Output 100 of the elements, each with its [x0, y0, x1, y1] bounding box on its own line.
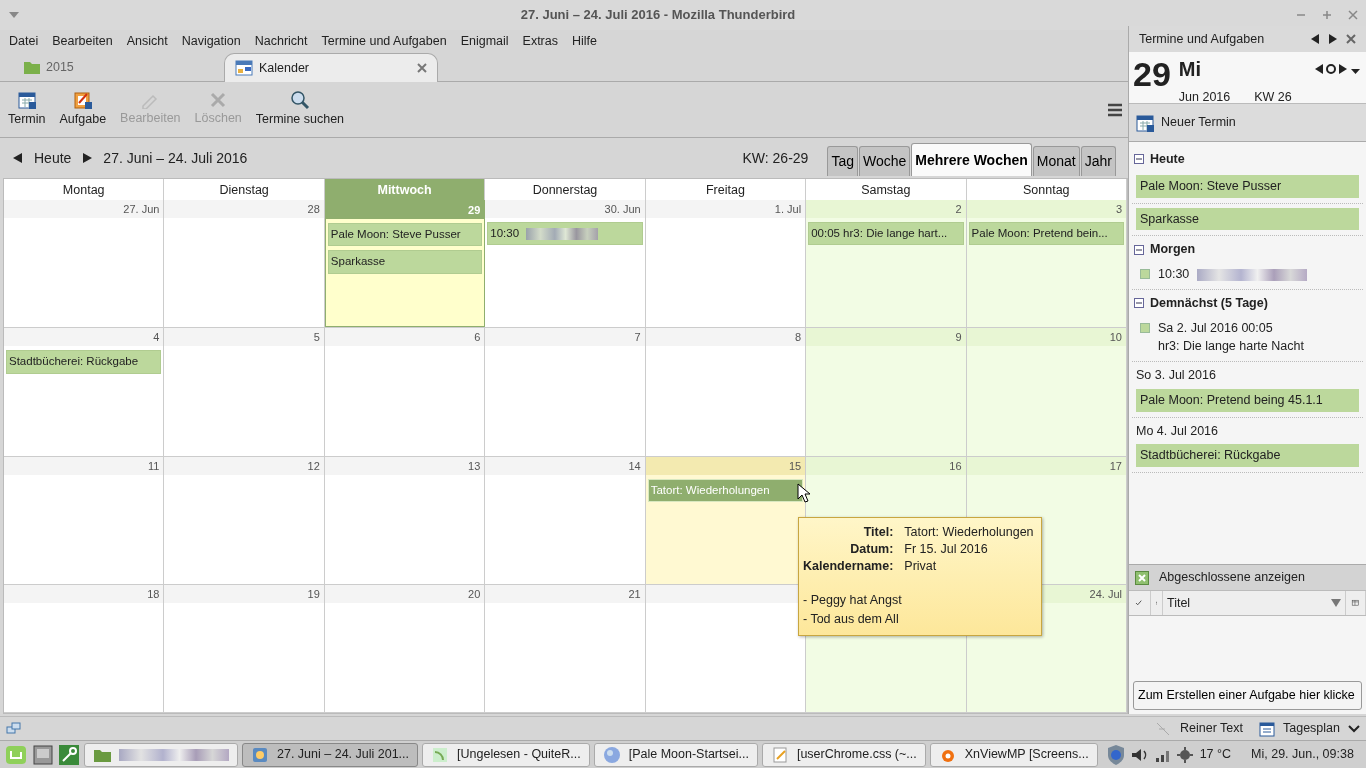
- day-number: 16: [949, 459, 962, 472]
- close-icon[interactable]: [417, 63, 427, 73]
- taskbar-window[interactable]: [Ungelesen - QuiteR...: [422, 742, 590, 767]
- event-item[interactable]: Sparkasse: [327, 250, 483, 274]
- day-number: 17: [1109, 459, 1122, 472]
- menu-item[interactable]: Navigation: [174, 30, 248, 52]
- key-icon[interactable]: [58, 743, 80, 766]
- date-range: 27. Juni – 24. Juli 2016: [103, 148, 248, 168]
- tooltip-value: Tatort: Wiederholungen: [904, 524, 1034, 541]
- tooltip-note: - Peggy hat Angst: [803, 592, 903, 609]
- weather-icon[interactable]: [1175, 745, 1196, 764]
- agenda-event[interactable]: Sparkasse: [1136, 207, 1359, 231]
- sort-icon: [1331, 599, 1341, 607]
- close-icon[interactable]: [1348, 10, 1358, 20]
- day-number: 10: [1109, 331, 1122, 344]
- pane-title: Termine und Aufgaben: [1139, 30, 1266, 48]
- next-icon[interactable]: [1328, 33, 1338, 45]
- toolbar-button[interactable]: Aufgabe: [55, 88, 111, 131]
- day-number: 27. Jun: [123, 203, 160, 215]
- delete-icon: [209, 91, 228, 110]
- previous-icon[interactable]: [12, 152, 24, 164]
- tooltip-label: Kalendername:: [803, 558, 895, 575]
- day-number: 14: [628, 459, 641, 472]
- day-number: 8: [795, 331, 802, 344]
- new-task-field[interactable]: Zum Erstellen einer Aufgabe hier klicke: [1133, 681, 1362, 710]
- tab-label: 2015: [46, 58, 75, 76]
- view-tab[interactable]: Jahr: [1080, 146, 1116, 176]
- event-square-icon: [1140, 322, 1150, 333]
- next-icon[interactable]: [81, 152, 94, 164]
- mode-label[interactable]: Tagesplan: [1283, 719, 1340, 738]
- taskbar-window[interactable]: 27. Juni – 24. Juli 201...: [242, 742, 419, 767]
- close-icon[interactable]: [1346, 34, 1356, 44]
- event-date: So 3. Jul 2016: [1136, 367, 1217, 384]
- event-item[interactable]: Pale Moon: Pretend bein...: [968, 222, 1124, 246]
- day-number: 6: [474, 331, 481, 344]
- calendar-icon: [1259, 720, 1275, 737]
- event-item[interactable]: Stadtbücherei: Rückgabe: [6, 350, 162, 374]
- menu-caret-icon[interactable]: [8, 11, 20, 19]
- event-item[interactable]: 10:30: [487, 222, 643, 246]
- toolbar-button[interactable]: Termin: [4, 88, 50, 131]
- menu-item[interactable]: Extras: [515, 30, 565, 52]
- today-button[interactable]: Heute: [34, 147, 72, 169]
- taskbar-window[interactable]: [84, 742, 238, 767]
- today-circle-icon[interactable]: [1324, 63, 1338, 75]
- agenda-event[interactable]: hr3: Die lange harte Nacht: [1158, 337, 1304, 356]
- view-tab[interactable]: Tag: [827, 146, 858, 176]
- menu-item[interactable]: Bearbeiten: [45, 30, 120, 52]
- temperature[interactable]: 17 °C: [1199, 745, 1232, 764]
- day-number: 21: [628, 587, 641, 600]
- month-label: Jun 2016: [1178, 89, 1231, 106]
- event-item[interactable]: Pale Moon: Steve Pusser: [327, 223, 483, 247]
- menu-item[interactable]: Datei: [2, 30, 46, 52]
- chevron-down-icon[interactable]: [1348, 724, 1360, 733]
- calendar-icon: [235, 60, 253, 76]
- checked-checkbox-icon[interactable]: [1135, 570, 1149, 585]
- tab[interactable]: Kalender: [224, 53, 438, 82]
- agenda-event[interactable]: Stadtbücherei: Rückgabe: [1136, 444, 1359, 467]
- event-time: 10:30: [1158, 265, 1308, 284]
- menu-item[interactable]: Hilfe: [565, 30, 604, 52]
- taskbar-window[interactable]: [userChrome.css (~...: [761, 742, 926, 767]
- menu-item[interactable]: Termine und Aufgaben: [314, 30, 454, 52]
- globe-icon: [602, 745, 621, 764]
- day-number: 18: [147, 587, 160, 600]
- view-tab[interactable]: Woche: [858, 146, 911, 176]
- collapse-icon[interactable]: [1134, 154, 1144, 165]
- new-event-button[interactable]: Neuer Termin: [1129, 104, 1366, 142]
- weekday-header: Mittwoch: [324, 179, 486, 201]
- cursor-icon: [797, 483, 811, 503]
- shield-info-icon[interactable]: [1105, 743, 1126, 766]
- previous-icon[interactable]: [1314, 63, 1324, 75]
- menu-item[interactable]: Ansicht: [119, 30, 175, 52]
- taskbar-window[interactable]: XnViewMP [Screens...: [929, 742, 1098, 767]
- section-title: Morgen: [1150, 241, 1196, 259]
- feed-icon: [431, 745, 450, 764]
- tab[interactable]: 2015: [14, 53, 214, 81]
- tooltip-value: Privat: [904, 558, 938, 575]
- previous-icon[interactable]: [1310, 33, 1320, 45]
- taskbar-window[interactable]: [Pale Moon-Startsei...: [593, 742, 758, 767]
- menu-icon[interactable]: [1106, 101, 1124, 118]
- view-tab[interactable]: Mehrere Wochen: [911, 143, 1032, 176]
- day-number: 24. Jul: [1089, 587, 1122, 600]
- day-number: 19: [307, 587, 320, 600]
- clock[interactable]: Mi, 29. Jun., 09:38: [1251, 745, 1354, 764]
- network-icon: [6, 721, 22, 736]
- day-number: 12: [307, 459, 320, 472]
- calendar-icon: [16, 90, 37, 111]
- menu-item[interactable]: Enigmail: [453, 30, 516, 52]
- event-item[interactable]: 00:05 hr3: Die lange hart...: [808, 222, 964, 246]
- next-icon[interactable]: [1338, 63, 1348, 75]
- agenda-event[interactable]: Pale Moon: Steve Pusser: [1136, 174, 1359, 198]
- day-number: 1. Jul: [774, 203, 802, 215]
- day-number: 9: [955, 331, 962, 344]
- view-tab[interactable]: Monat: [1032, 146, 1080, 176]
- agenda-event[interactable]: Pale Moon: Pretend being 45.1.1: [1136, 388, 1359, 412]
- day-number: 28: [307, 203, 320, 215]
- show-desktop-icon[interactable]: [32, 743, 54, 766]
- collapse-icon[interactable]: [1134, 298, 1144, 309]
- toolbar-button[interactable]: Termine suchen: [251, 88, 349, 131]
- menu-item[interactable]: Nachricht: [247, 30, 315, 52]
- collapse-icon[interactable]: [1134, 244, 1144, 255]
